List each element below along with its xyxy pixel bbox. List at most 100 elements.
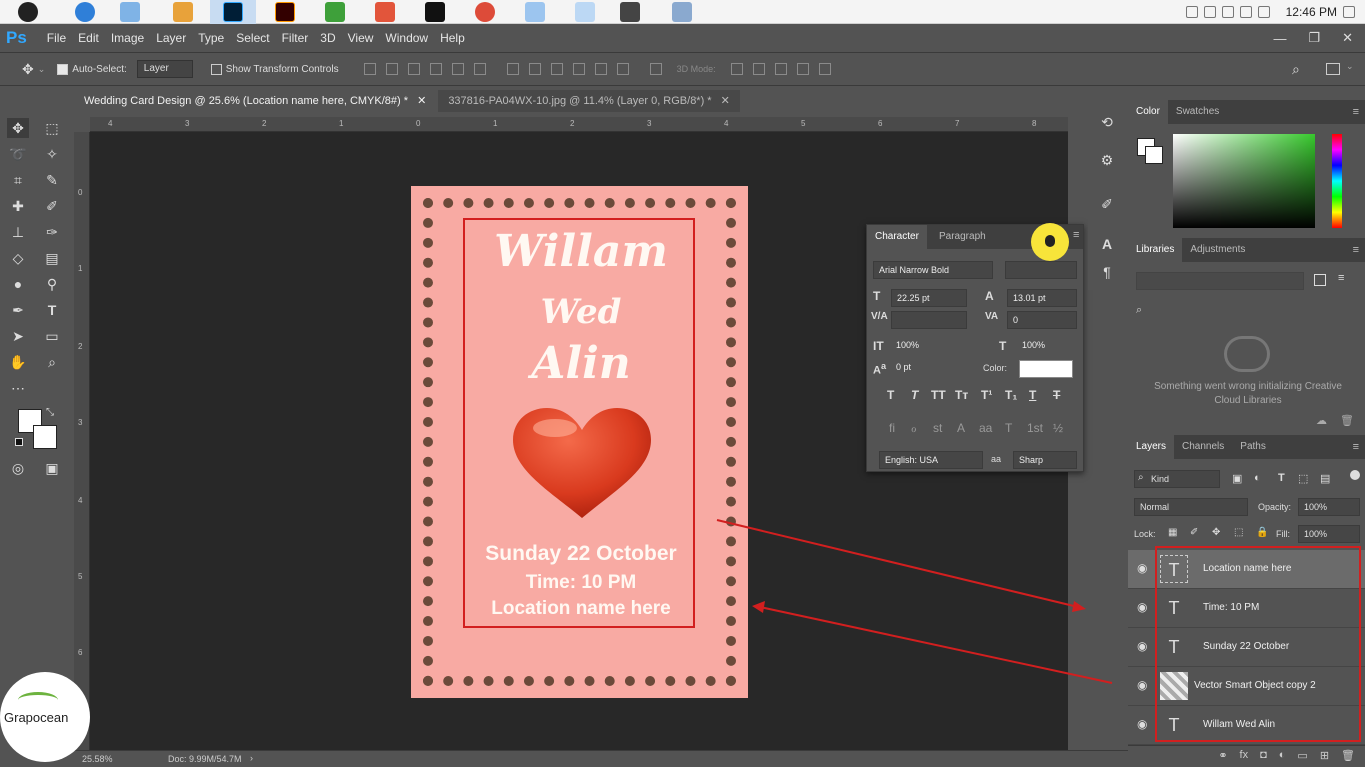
3d-drag-icon[interactable] <box>774 63 787 75</box>
wedding-card[interactable]: Willam Wed Alin Sunday 22 October Time: … <box>411 186 748 698</box>
brush-tool-icon[interactable]: ✐ <box>41 196 63 216</box>
tray-menu-icon[interactable] <box>1343 6 1355 18</box>
leading-field[interactable]: 13.01 pt <box>1007 289 1077 307</box>
titling-alternates-icon[interactable]: aa <box>979 421 992 435</box>
fi-ligature-icon[interactable]: fi <box>889 421 895 435</box>
3d-slide-icon[interactable] <box>796 63 809 75</box>
font-style-select[interactable] <box>1005 261 1077 279</box>
menu-edit[interactable]: Edit <box>72 31 105 45</box>
menu-layer[interactable]: Layer <box>150 31 192 45</box>
minimize-icon[interactable]: — <box>1273 31 1286 46</box>
move-tool-icon[interactable]: ✥ <box>7 118 29 138</box>
chrome-icon[interactable] <box>475 2 495 22</box>
search-icon[interactable]: ⌕ <box>1292 61 1300 78</box>
new-layer-icon[interactable]: ⊞ <box>1320 749 1329 764</box>
tray-display-icon[interactable] <box>1239 6 1252 18</box>
vertical-scale-field[interactable]: 100% <box>891 337 945 355</box>
screen-mode-icon[interactable]: ▣ <box>41 458 63 478</box>
faux-italic-icon[interactable]: T <box>911 388 918 402</box>
tray-settings-icon[interactable] <box>1221 6 1234 18</box>
quick-mask-icon[interactable]: ◎ <box>7 458 29 478</box>
grid-view-icon[interactable] <box>1314 274 1326 286</box>
magic-wand-tool-icon[interactable]: ✧ <box>41 144 63 164</box>
tab-channels[interactable]: Channels <box>1174 435 1232 459</box>
menu-help[interactable]: Help <box>434 31 471 45</box>
document-app-icon[interactable] <box>575 2 595 22</box>
filter-pixel-icon[interactable]: ▣ <box>1232 472 1242 485</box>
faux-bold-icon[interactable]: T <box>887 388 894 402</box>
stylistic-alternates-icon[interactable]: A <box>957 421 965 435</box>
visibility-eye-icon[interactable]: ◉ <box>1137 601 1149 613</box>
color-spectrum-field[interactable] <box>1173 134 1315 228</box>
fill-field[interactable]: 100% <box>1298 525 1360 543</box>
status-menu-icon[interactable]: › <box>250 753 253 763</box>
close-icon[interactable]: ✕ <box>1342 30 1353 46</box>
close-tab-icon[interactable]: ✕ <box>417 95 426 107</box>
crop-tool-icon[interactable]: ⌗ <box>7 170 29 190</box>
menu-3d[interactable]: 3D <box>314 31 341 45</box>
blur-tool-icon[interactable]: ● <box>7 274 29 294</box>
filter-type-icon[interactable]: T <box>1278 472 1285 484</box>
visibility-eye-icon[interactable]: ◉ <box>1137 640 1149 652</box>
ordinals-icon[interactable]: T <box>1005 421 1012 435</box>
history-icon[interactable]: ⟲ <box>1098 114 1116 132</box>
healing-brush-tool-icon[interactable]: ✚ <box>7 196 29 216</box>
type-tool-icon[interactable]: T <box>41 300 63 320</box>
link-layers-icon[interactable]: ⚭ <box>1218 749 1227 764</box>
gradient-tool-icon[interactable]: ▤ <box>41 248 63 268</box>
opacity-field[interactable]: 100% <box>1298 498 1360 516</box>
all-caps-icon[interactable]: TT <box>931 388 946 402</box>
panel-menu-icon[interactable]: ≡ <box>1353 244 1359 256</box>
lasso-tool-icon[interactable]: ➰ <box>7 144 29 164</box>
zoom-level[interactable]: 25.58% <box>82 754 113 764</box>
properties-icon[interactable]: ⚙ <box>1098 152 1116 170</box>
clone-stamp-tool-icon[interactable]: ⊥ <box>7 222 29 242</box>
network-app-icon[interactable] <box>672 2 692 22</box>
baseline-shift-field[interactable]: 0 pt <box>891 359 945 377</box>
distribute-right-icon[interactable] <box>616 63 629 75</box>
swap-colors-icon[interactable]: ⤡ <box>46 407 54 418</box>
tab-color[interactable]: Color <box>1128 100 1168 124</box>
illustrator-icon[interactable] <box>275 2 295 22</box>
menu-window[interactable]: Window <box>379 31 434 45</box>
menu-filter[interactable]: Filter <box>276 31 315 45</box>
panel-menu-icon[interactable]: ≡ <box>1353 106 1359 118</box>
menu-view[interactable]: View <box>342 31 380 45</box>
add-mask-icon[interactable]: ◘ <box>1260 749 1267 764</box>
horizontal-scale-field[interactable]: 100% <box>1017 337 1077 355</box>
small-caps-icon[interactable]: Tт <box>955 388 968 402</box>
auto-select-checkbox[interactable] <box>57 63 69 75</box>
character-panel-icon[interactable]: A <box>1098 236 1116 254</box>
brush-settings-icon[interactable]: ✐ <box>1098 196 1116 214</box>
chevron-down-icon[interactable]: ⌄ <box>38 64 46 75</box>
tray-arrow-icon[interactable] <box>1185 6 1198 18</box>
align-right-icon[interactable] <box>473 63 486 75</box>
hand-tool-icon[interactable]: ✋ <box>7 352 29 372</box>
lock-transparent-icon[interactable]: ▦ <box>1168 527 1177 538</box>
align-vcenter-icon[interactable] <box>385 63 398 75</box>
3d-rotate-icon[interactable] <box>730 63 743 75</box>
tab-paths[interactable]: Paths <box>1232 435 1274 459</box>
fx-icon[interactable]: fx <box>1240 749 1249 764</box>
distribute-bottom-icon[interactable] <box>550 63 563 75</box>
visibility-eye-icon[interactable]: ◉ <box>1137 679 1149 691</box>
eraser-tool-icon[interactable]: ◇ <box>7 248 29 268</box>
ordinal-st-icon[interactable]: 1st <box>1027 421 1043 435</box>
media-player-icon[interactable] <box>173 2 193 22</box>
default-colors-icon[interactable] <box>15 438 23 446</box>
fractions-icon[interactable]: ½ <box>1053 421 1063 435</box>
black-app-icon[interactable] <box>425 2 445 22</box>
3d-scale-icon[interactable] <box>818 63 831 75</box>
history-brush-tool-icon[interactable]: ✑ <box>41 222 63 242</box>
distribute-top-icon[interactable] <box>506 63 519 75</box>
delete-layer-icon[interactable]: 🗑 <box>1341 749 1355 764</box>
auto-select-dropdown[interactable]: Layer <box>136 60 193 78</box>
menu-file[interactable]: File <box>41 31 72 45</box>
dodge-tool-icon[interactable]: ⚲ <box>41 274 63 294</box>
restore-icon[interactable]: ❐ <box>1308 30 1320 46</box>
workspace-chevron-icon[interactable]: ⌄ <box>1346 61 1354 72</box>
red-app-icon[interactable] <box>375 2 395 22</box>
menu-type[interactable]: Type <box>192 31 230 45</box>
photoshop-icon[interactable] <box>223 2 243 22</box>
menu-image[interactable]: Image <box>105 31 150 45</box>
